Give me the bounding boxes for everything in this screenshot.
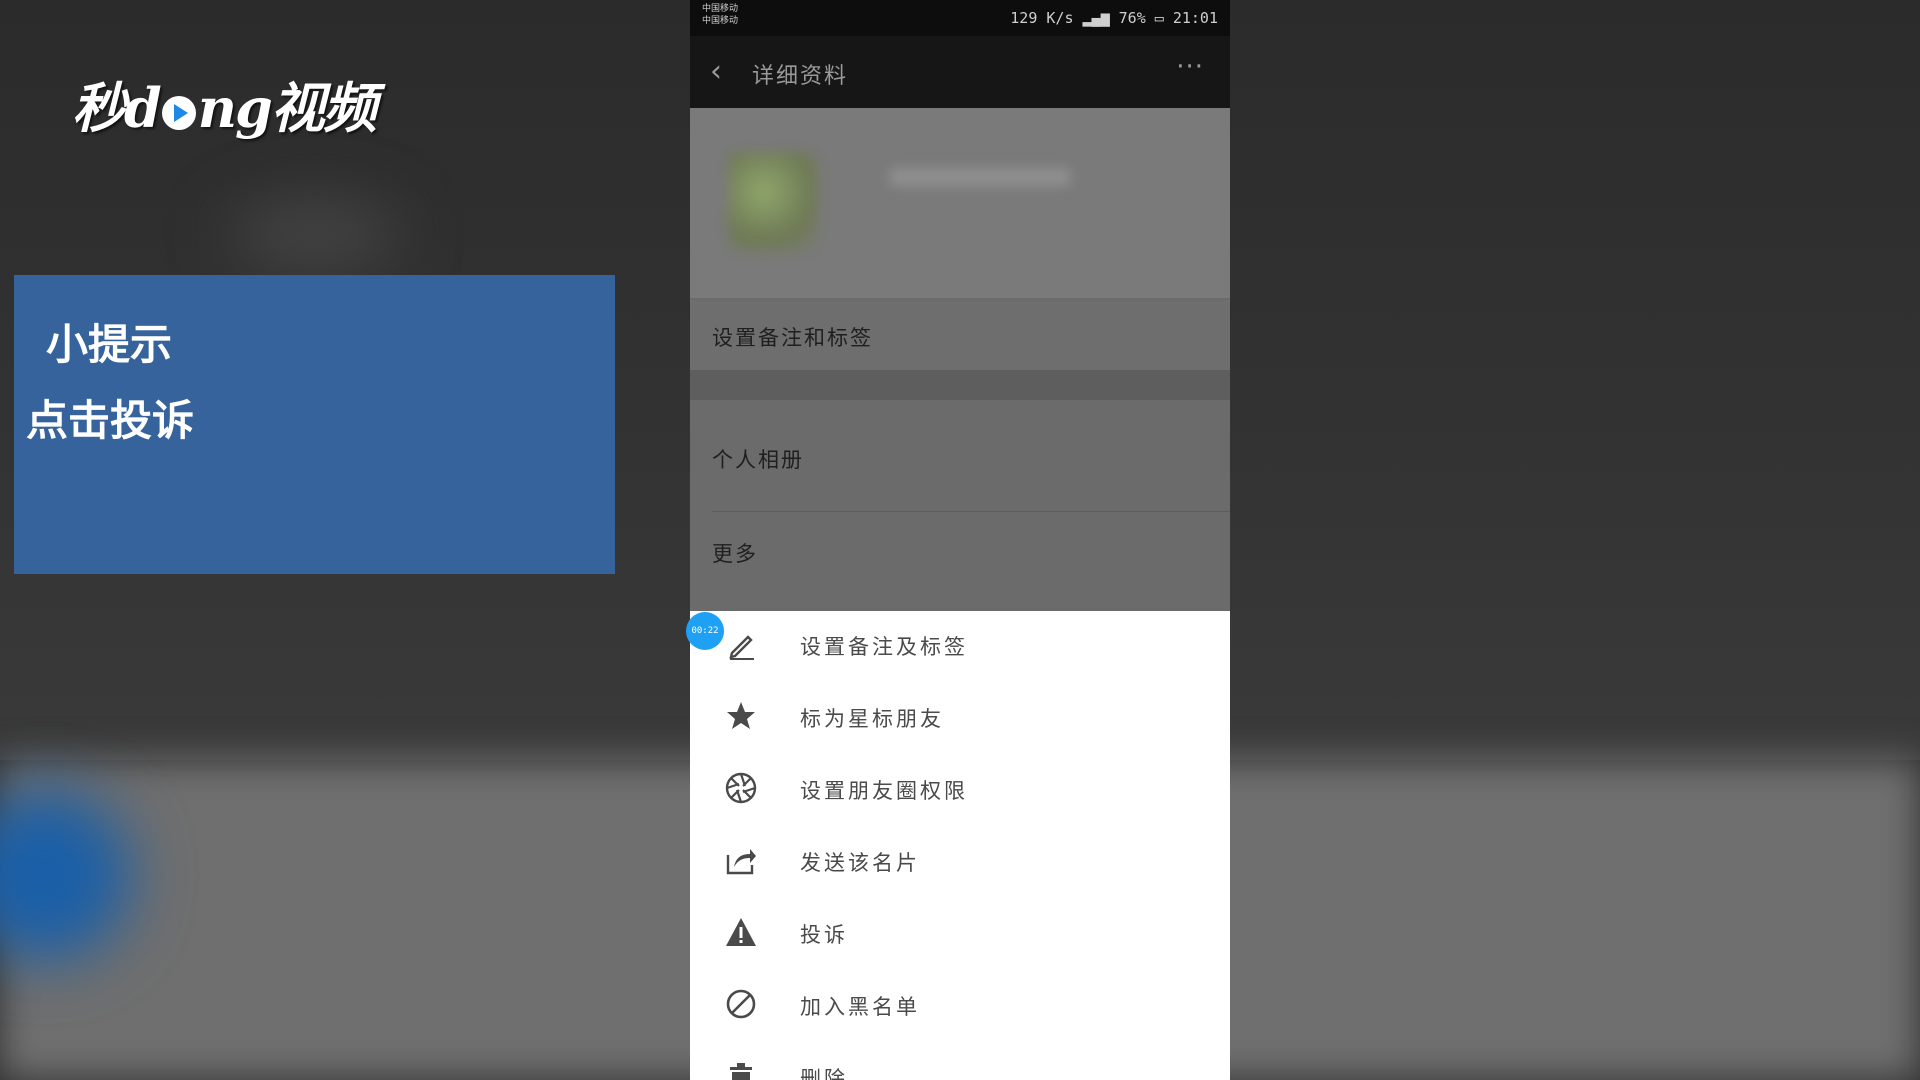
menu-label: 加入黑名单 (800, 995, 920, 1019)
menu-label: 发送该名片 (800, 851, 920, 875)
status-bar: 中国移动 中国移动 129 K/s ▂▄▆ 76% ▭ 21:01 (690, 0, 1230, 36)
menu-item-blacklist[interactable]: 加入黑名单 (690, 971, 1230, 1043)
logo-text-left: 秒d (72, 76, 162, 140)
network-speed: 129 K/s (1010, 9, 1074, 27)
menu-item-set-remark[interactable]: 设置备注及标签 (690, 611, 1230, 683)
section-gap (690, 370, 1230, 400)
battery-icon: ▭ (1154, 9, 1164, 27)
star-icon (727, 702, 755, 729)
carrier-2: 中国移动 (702, 16, 739, 26)
profile-card[interactable] (690, 108, 1230, 298)
menu-item-star-friend[interactable]: 标为星标朋友 (690, 683, 1230, 755)
phone-screen: 中国移动 中国移动 129 K/s ▂▄▆ 76% ▭ 21:01 ‹ 详细资料… (690, 0, 1230, 1080)
status-right: 129 K/s ▂▄▆ 76% ▭ 21:01 (1010, 9, 1218, 27)
action-sheet: 设置备注及标签 标为星标朋友 设置朋友圈权限 发送该名片 投诉 加入黑名单 删除 (690, 611, 1230, 1080)
signal-icon: ▂▄▆ (1082, 9, 1110, 27)
remark-label: 设置备注和标签 (712, 326, 873, 350)
logo-text-right: ng视频 (197, 76, 377, 140)
tip-text: 点击投诉 (26, 396, 195, 445)
carrier-1: 中国移动 (702, 4, 739, 14)
menu-label: 投诉 (800, 923, 848, 947)
block-icon (726, 989, 756, 1019)
menu-item-delete[interactable]: 删除 (690, 1043, 1230, 1080)
more-label: 更多 (712, 542, 758, 566)
pencil-icon (729, 635, 754, 660)
tip-title: 小提示 (46, 320, 173, 369)
aperture-icon (725, 772, 757, 804)
menu-label: 删除 (800, 1067, 848, 1080)
more-row[interactable]: 更多 (690, 512, 1230, 611)
tip-box: 小提示 点击投诉 (14, 275, 615, 574)
logo-play-icon (161, 95, 196, 130)
menu-label: 设置朋友圈权限 (800, 779, 968, 803)
trash-icon (730, 1063, 752, 1080)
warning-icon (726, 918, 756, 946)
video-logo: 秒d ng视频 (72, 64, 377, 143)
remark-row[interactable]: 设置备注和标签 (690, 300, 1230, 370)
background-gray-blob (230, 200, 400, 270)
nav-bar: ‹ 详细资料 ··· (690, 36, 1230, 108)
carrier-info: 中国移动 中国移动 (702, 3, 738, 27)
album-label: 个人相册 (712, 448, 804, 472)
battery-level: 76% (1118, 9, 1146, 27)
back-arrow-icon[interactable]: ‹ (710, 54, 722, 89)
avatar (728, 152, 818, 252)
recording-timer: 00:22 (686, 612, 724, 650)
menu-item-moments-permission[interactable]: 设置朋友圈权限 (690, 755, 1230, 827)
album-row[interactable]: 个人相册 (690, 400, 1230, 512)
clock: 21:01 (1172, 9, 1218, 27)
menu-label: 标为星标朋友 (800, 707, 944, 731)
page-title: 详细资料 (752, 64, 849, 89)
menu-item-send-card[interactable]: 发送该名片 (690, 827, 1230, 899)
more-options-button[interactable]: ··· (1176, 52, 1204, 82)
menu-item-complain[interactable]: 投诉 (690, 899, 1230, 971)
profile-name-blurred (890, 168, 1070, 186)
share-icon (726, 849, 756, 875)
menu-label: 设置备注及标签 (800, 635, 968, 659)
